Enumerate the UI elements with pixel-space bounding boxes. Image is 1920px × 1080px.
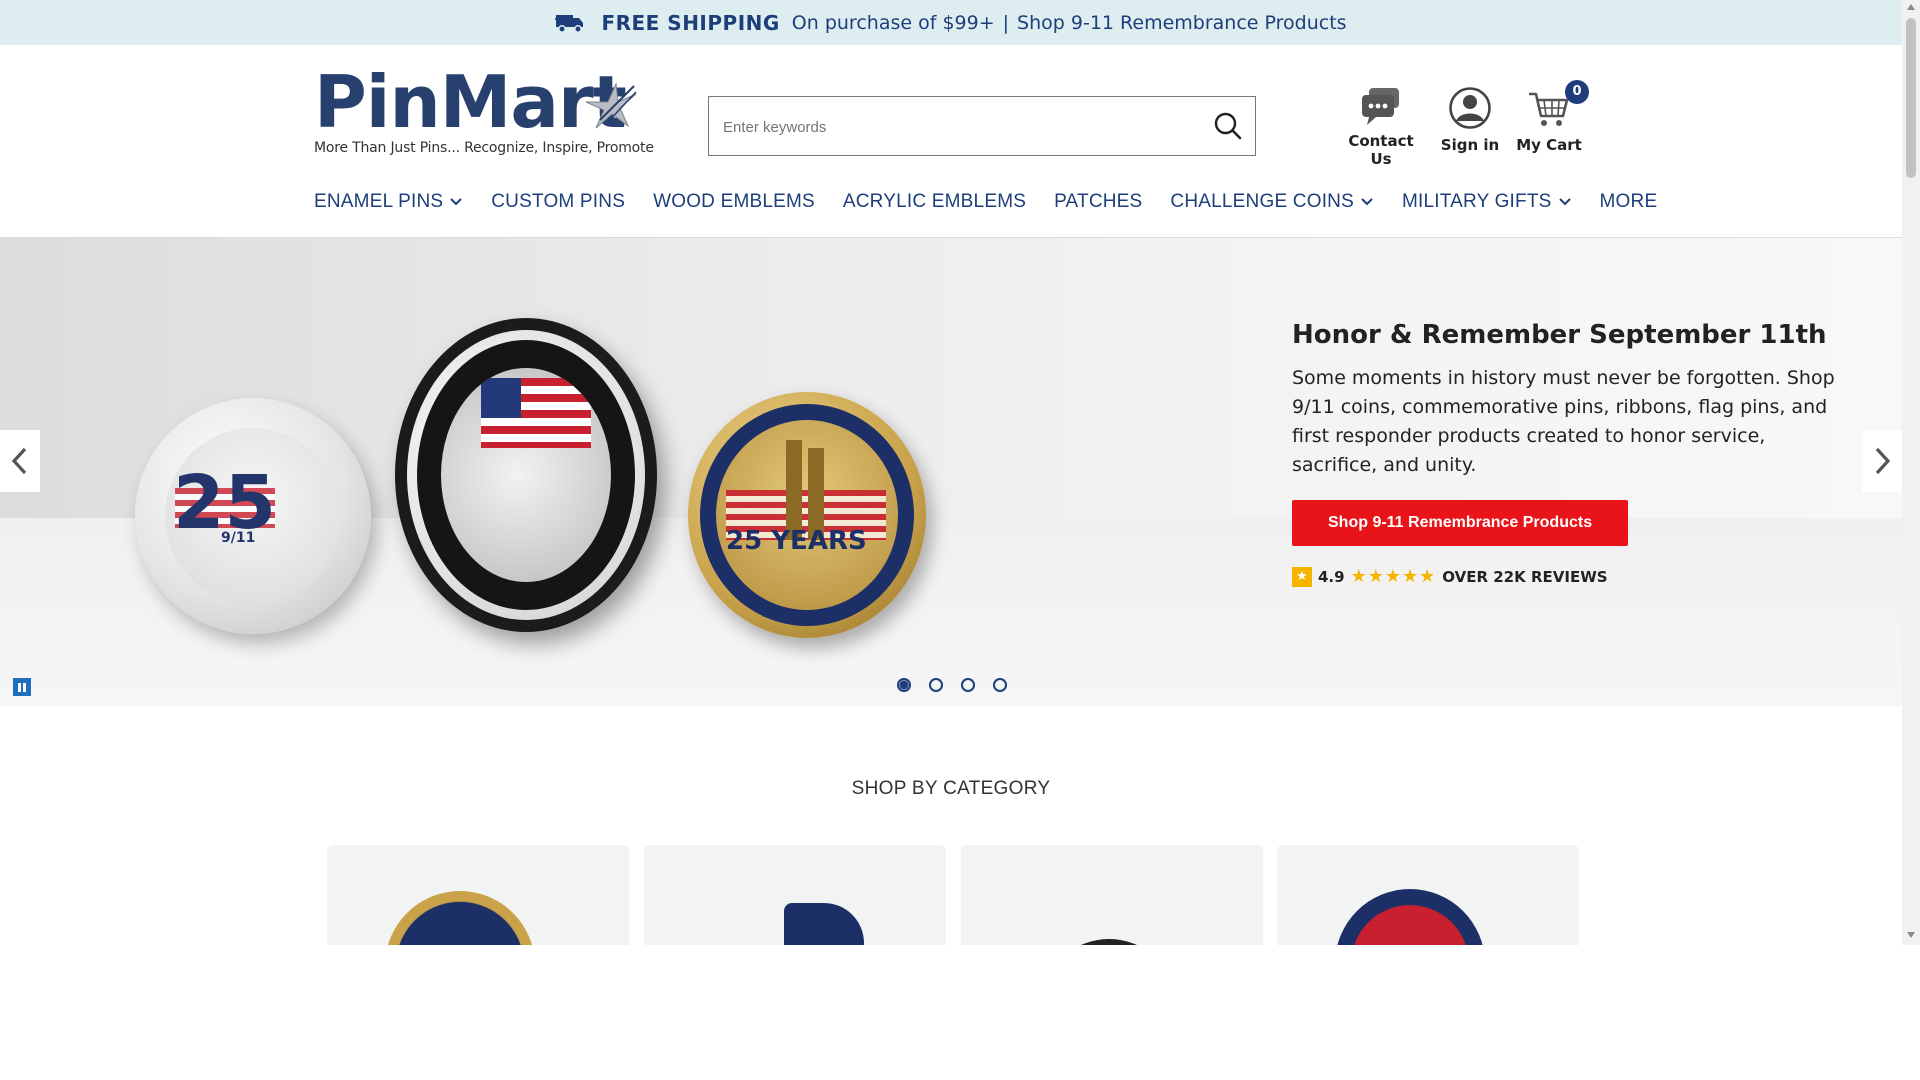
nav-label: ENAMEL PINS	[314, 191, 444, 212]
nav-label: MILITARY GIFTS	[1401, 191, 1552, 212]
contact-us-label: Contact Us	[1348, 132, 1414, 168]
carousel-dot-4[interactable]	[993, 678, 1007, 692]
review-star-icon: ★	[1292, 566, 1312, 587]
category-image	[1335, 889, 1485, 945]
coin-face	[716, 420, 898, 610]
nav-item-military-gifts[interactable]: MILITARY GIFTS	[1402, 191, 1572, 213]
my-cart-label: My Cart	[1516, 136, 1582, 154]
promo-text: On purchase of $99+	[791, 11, 995, 34]
star-logo-icon	[585, 82, 637, 129]
my-cart-button[interactable]: 0 My Cart	[1514, 80, 1589, 154]
nav-item-challenge-coins[interactable]: CHALLENGE COINS	[1170, 191, 1374, 213]
nav-item-custom-pins[interactable]: CUSTOM PINS	[491, 191, 625, 213]
sign-in-button[interactable]: Sign in	[1440, 86, 1500, 154]
flag-canton	[481, 378, 521, 418]
carousel-prev-button[interactable]	[0, 430, 40, 492]
logo-tagline: More Than Just Pins... Recognize, Inspir…	[314, 140, 654, 156]
rating-value: 4.9	[1318, 567, 1345, 586]
carousel-pause-button[interactable]	[13, 678, 31, 696]
carousel-dot-1[interactable]	[897, 678, 911, 692]
chevron-right-icon	[1875, 447, 1891, 475]
nav-label: ACRYLIC EMBLEMS	[842, 191, 1027, 212]
pinmart-logo[interactable]: PinMart More Than Just Pins... Recognize…	[314, 66, 654, 162]
promo-link[interactable]: Shop 9-11 Remembrance Products	[1017, 12, 1347, 34]
category-image	[784, 903, 864, 945]
shop-remembrance-button[interactable]: Shop 9-11 Remembrance Products	[1292, 500, 1629, 546]
rating-stars: ★★★★★	[1350, 566, 1437, 587]
hero-carousel: 25 9/11 25 YEARS Honor & Remember Septem…	[0, 238, 1902, 706]
nav-label: CHALLENGE COINS	[1170, 191, 1354, 212]
nav-label: MORE	[1599, 191, 1658, 212]
rating-summary[interactable]: ★ 4.9 ★★★★★ OVER 22K REVIEWS	[1292, 566, 1852, 587]
coin-25-years-image: 25 YEARS	[688, 392, 926, 638]
review-count: OVER 22K REVIEWS	[1442, 567, 1608, 586]
nav-label: PATCHES	[1054, 191, 1143, 212]
search-input[interactable]	[721, 97, 1195, 157]
carousel-dots	[897, 678, 1025, 692]
carousel-dot-2[interactable]	[929, 678, 943, 692]
coin-text: 25 YEARS	[726, 526, 867, 556]
category-image	[1041, 939, 1177, 945]
category-image	[385, 891, 535, 945]
coin-25-image: 25 9/11	[135, 398, 371, 634]
chevron-down-icon	[1361, 198, 1373, 206]
chevron-left-icon	[11, 447, 27, 475]
nav-item-acrylic-emblems[interactable]: ACRYLIC EMBLEMS	[843, 191, 1026, 213]
carousel-next-button[interactable]	[1862, 430, 1902, 492]
nav-item-wood-emblems[interactable]: WOOD EMBLEMS	[653, 191, 815, 213]
main-nav: ENAMEL PINS CUSTOM PINS WOOD EMBLEMS ACR…	[314, 186, 1685, 218]
cart-icon-wrap: 0	[1527, 80, 1589, 130]
nav-label: WOOD EMBLEMS	[653, 191, 815, 212]
contact-us-button[interactable]: Contact Us	[1336, 86, 1426, 168]
category-card[interactable]	[644, 845, 946, 945]
coin-never-forget-image	[395, 318, 657, 632]
chat-icon	[1362, 88, 1399, 125]
coin-date: 9/11	[221, 530, 256, 546]
sign-in-label: Sign in	[1440, 136, 1500, 154]
chevron-down-icon	[1558, 198, 1571, 206]
tower-graphic	[786, 440, 802, 540]
cart-count-badge: 0	[1565, 80, 1589, 104]
carousel-dot-3[interactable]	[961, 678, 975, 692]
promo-separator: |	[1002, 11, 1010, 34]
coin-face	[441, 368, 611, 582]
free-shipping-label: FREE SHIPPING	[601, 10, 780, 35]
pause-icon-bar	[23, 682, 26, 692]
promo-bar[interactable]: FREE SHIPPING On purchase of $99+ | Shop…	[0, 0, 1902, 45]
page-scrollbar[interactable]	[1902, 0, 1920, 945]
category-card[interactable]	[327, 845, 629, 945]
hero-text-block: Honor & Remember September 11th Some mom…	[1292, 320, 1852, 587]
scroll-down-arrow-icon[interactable]	[1907, 932, 1915, 938]
nav-item-enamel-pins[interactable]: ENAMEL PINS	[314, 191, 463, 213]
scrollbar-thumb[interactable]	[1906, 18, 1916, 178]
chevron-down-icon	[450, 198, 462, 206]
hero-title: Honor & Remember September 11th	[1292, 320, 1827, 350]
nav-item-patches[interactable]: PATCHES	[1054, 191, 1142, 213]
pause-icon-bar	[18, 682, 21, 692]
hero-description: Some moments in history must never be fo…	[1292, 367, 1835, 476]
category-card[interactable]	[1277, 845, 1579, 945]
shop-by-category-title: SHOP BY CATEGORY	[851, 778, 1051, 799]
user-icon	[1449, 87, 1491, 129]
category-card[interactable]	[961, 845, 1263, 945]
search-icon[interactable]	[1213, 111, 1243, 141]
nav-item-more[interactable]: MORE	[1600, 191, 1658, 213]
nav-label: CUSTOM PINS	[491, 191, 626, 212]
scroll-up-arrow-icon[interactable]	[1907, 4, 1915, 10]
truck-icon	[555, 14, 584, 33]
search-box[interactable]	[708, 96, 1256, 157]
page: FREE SHIPPING On purchase of $99+ | Shop…	[0, 0, 1902, 945]
